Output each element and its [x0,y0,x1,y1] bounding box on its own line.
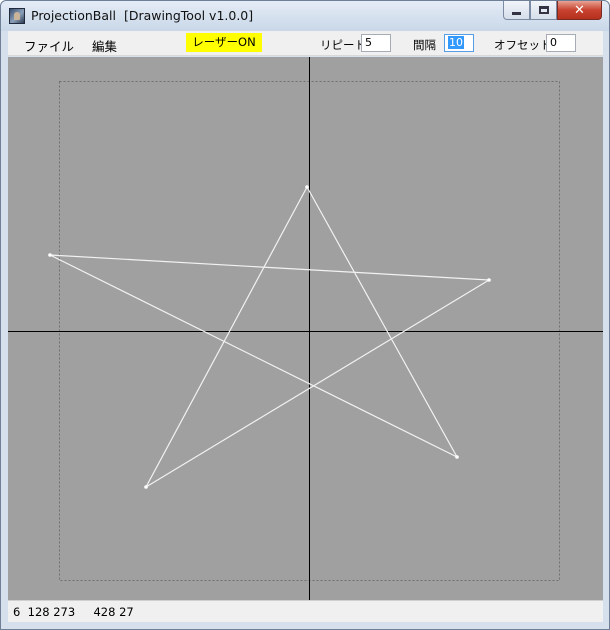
drawing-surface[interactable] [8,57,603,600]
star-path [49,186,491,489]
repeat-value: 5 [365,36,372,49]
drawing-canvas[interactable] [8,57,603,600]
maximize-button[interactable] [530,1,557,20]
menu-file[interactable]: ファイル [24,36,74,55]
offset-value: 0 [550,36,557,49]
minimize-button[interactable] [503,1,530,20]
offset-label: オフセット [494,38,552,52]
close-icon: ✕ [574,2,585,18]
interval-label: 間隔 [413,38,436,52]
path-vertex-4[interactable] [455,455,459,459]
window-title: ProjectionBall [DrawingTool v1.0.0] [31,8,254,23]
repeat-input[interactable]: 5 [361,34,391,52]
star-path-group [48,185,491,489]
interval-value: 10 [448,36,464,49]
maximize-icon [538,6,549,14]
path-vertex-1[interactable] [144,485,148,489]
minimize-icon [512,11,521,15]
title-bar[interactable]: ProjectionBall [DrawingTool v1.0.0] ✕ [1,1,609,31]
status-text: 6 128 273 428 27 [13,605,134,619]
path-vertex-3[interactable] [48,253,52,257]
path-vertex-2[interactable] [487,278,491,282]
caption-buttons: ✕ [503,1,602,21]
offset-input[interactable]: 0 [546,34,576,52]
status-bar: 6 128 273 428 27 [8,600,603,622]
repeat-label: リピート [320,38,366,52]
app-icon[interactable] [9,8,25,24]
laser-on-button[interactable]: レーザーON [186,33,262,52]
menu-bar: ファイル 編集 レーザーON リピート 5 間隔 10 オフセット 0 [8,31,603,56]
path-vertex-0[interactable] [305,185,309,189]
app-window: ProjectionBall [DrawingTool v1.0.0] ✕ ファ… [0,0,610,630]
menu-edit[interactable]: 編集 [92,36,117,55]
interval-input[interactable]: 10 [444,34,474,52]
close-button[interactable]: ✕ [557,1,602,20]
